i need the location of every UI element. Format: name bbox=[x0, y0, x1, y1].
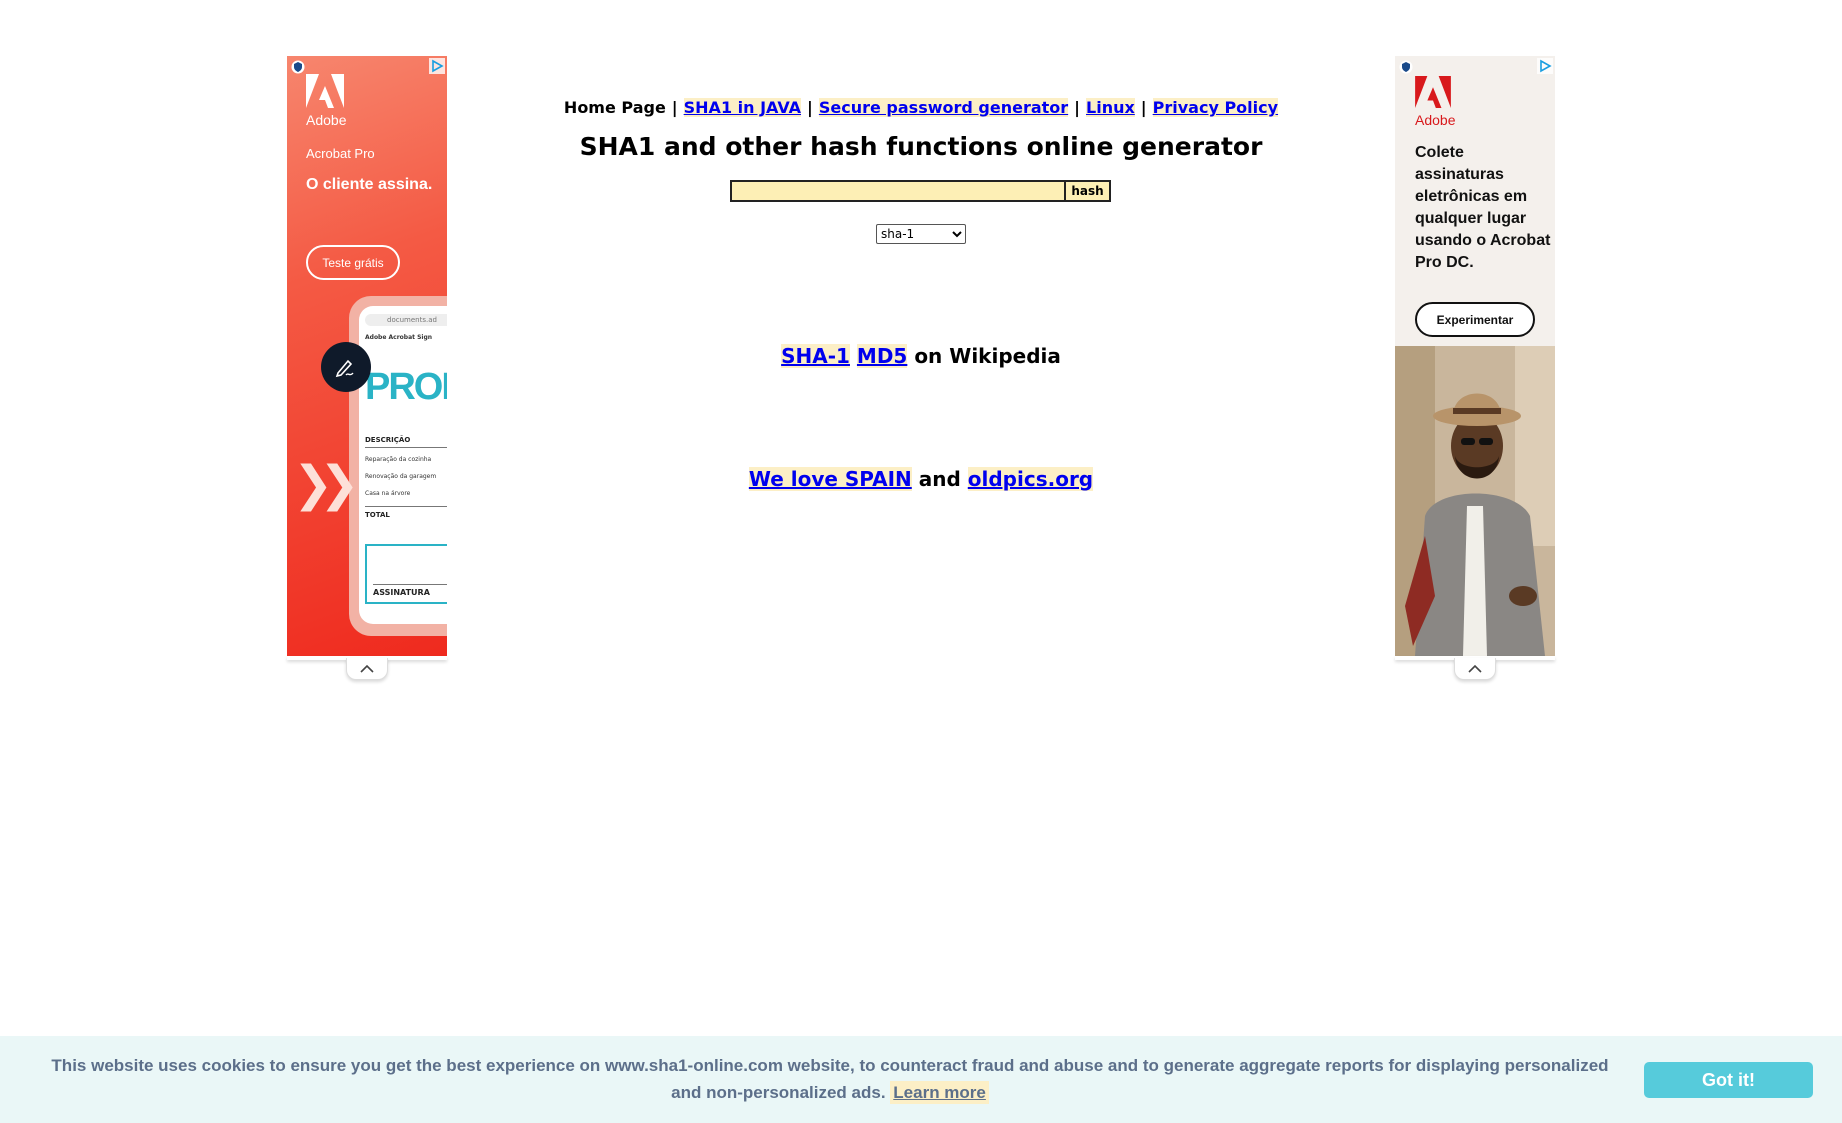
cookie-consent-bar: This website uses cookies to ensure you … bbox=[0, 1036, 1842, 1123]
ad-phone-signature-label: ASSINATURA bbox=[373, 588, 430, 597]
adobe-logo-icon bbox=[1415, 76, 1451, 108]
hash-form: hash bbox=[730, 180, 1112, 203]
nav-separator: | bbox=[671, 98, 678, 117]
ad-phone-row: Casa na árvore bbox=[365, 490, 411, 497]
link-oldpics[interactable]: oldpics.org bbox=[967, 467, 1094, 491]
adchoices-icon[interactable] bbox=[429, 58, 445, 74]
hash-input[interactable] bbox=[730, 180, 1064, 202]
nav-link-linux[interactable]: Linux bbox=[1086, 98, 1135, 117]
ad-phone-mockup: documents.ad Adobe Acrobat Sign PROPO DE… bbox=[349, 296, 447, 636]
wiki-link-md5[interactable]: MD5 bbox=[856, 344, 908, 368]
algorithm-select[interactable]: sha-1 bbox=[876, 224, 966, 244]
adobe-logo-icon bbox=[306, 74, 344, 108]
page-title: SHA1 and other hash functions online gen… bbox=[579, 132, 1263, 161]
cookie-learn-more-link[interactable]: Learn more bbox=[890, 1081, 989, 1104]
ad-right-brand: Adobe bbox=[1415, 112, 1456, 128]
nav-separator: | bbox=[807, 98, 813, 117]
ad-phone-row: Renovação da garagem bbox=[365, 473, 437, 480]
ad-phone-total: TOTAL bbox=[365, 506, 447, 519]
cookie-message: This website uses cookies to ensure you … bbox=[50, 1052, 1610, 1106]
wikipedia-line: SHA-1 MD5 on Wikipedia bbox=[0, 344, 1842, 368]
link-we-love-spain[interactable]: We love SPAIN bbox=[748, 467, 912, 491]
promo-line: We love SPAIN and oldpics.org bbox=[0, 467, 1842, 491]
nav-link-privacy-policy[interactable]: Privacy Policy bbox=[1152, 98, 1279, 117]
ad-right-photo bbox=[1395, 346, 1555, 656]
ad-info-icon[interactable] bbox=[1399, 60, 1413, 74]
wiki-suffix: on Wikipedia bbox=[914, 344, 1061, 368]
ad-info-icon[interactable] bbox=[291, 60, 305, 74]
chevron-up-icon bbox=[360, 664, 374, 673]
ad-right-copy: Colete assinaturas eletrônicas em qualqu… bbox=[1415, 144, 1551, 271]
nav-link-sha1-java[interactable]: SHA1 in JAVA bbox=[683, 98, 802, 117]
ad-banner-left[interactable]: Adobe Acrobat Pro O cliente assina. Test… bbox=[287, 56, 447, 656]
nav-home[interactable]: Home Page bbox=[564, 98, 666, 117]
ad-left-tagline: O cliente assina. bbox=[306, 176, 433, 193]
top-nav: Home Page | SHA1 in JAVA | Secure password g… bbox=[0, 98, 1842, 117]
ad-phone-url: documents.ad bbox=[365, 314, 447, 326]
ad-left-product: Acrobat Pro bbox=[306, 146, 375, 161]
ad-banner-right[interactable]: Adobe Colete assinaturas eletrônicas em … bbox=[1395, 56, 1555, 656]
pen-signature-icon bbox=[321, 342, 371, 392]
ad-phone-app-name: Adobe Acrobat Sign bbox=[365, 334, 433, 341]
chevrons-icon: ❯❯ bbox=[293, 456, 360, 512]
ad-phone-desc: DESCRIÇÃO bbox=[365, 436, 447, 448]
nav-separator: | bbox=[1140, 98, 1147, 117]
chevron-up-icon bbox=[1468, 664, 1482, 673]
nav-link-password-generator[interactable]: Secure password generator bbox=[818, 98, 1069, 117]
promo-and: and bbox=[918, 467, 961, 491]
cookie-accept-button[interactable]: Got it! bbox=[1644, 1062, 1813, 1098]
ad-phone-row: Reparação da cozinha bbox=[365, 456, 432, 463]
ad-phone-signature-line bbox=[373, 584, 447, 585]
wiki-link-sha1[interactable]: SHA-1 bbox=[781, 344, 850, 368]
ad-right-cta-button[interactable]: Experimentar bbox=[1415, 302, 1535, 337]
adchoices-icon[interactable] bbox=[1537, 58, 1553, 74]
nav-separator: | bbox=[1074, 98, 1081, 117]
ad-left-brand: Adobe bbox=[306, 112, 347, 128]
ad-right-collapse-button[interactable] bbox=[1454, 658, 1496, 680]
ad-phone-heading: PROPO bbox=[365, 366, 447, 408]
cookie-text: This website uses cookies to ensure you … bbox=[51, 1056, 1609, 1102]
hash-button[interactable]: hash bbox=[1064, 180, 1111, 202]
ad-left-cta-button[interactable]: Teste grátis bbox=[306, 245, 400, 280]
ad-left-collapse-button[interactable] bbox=[346, 658, 388, 680]
ad-phone-screen: documents.ad Adobe Acrobat Sign PROPO DE… bbox=[359, 306, 447, 624]
